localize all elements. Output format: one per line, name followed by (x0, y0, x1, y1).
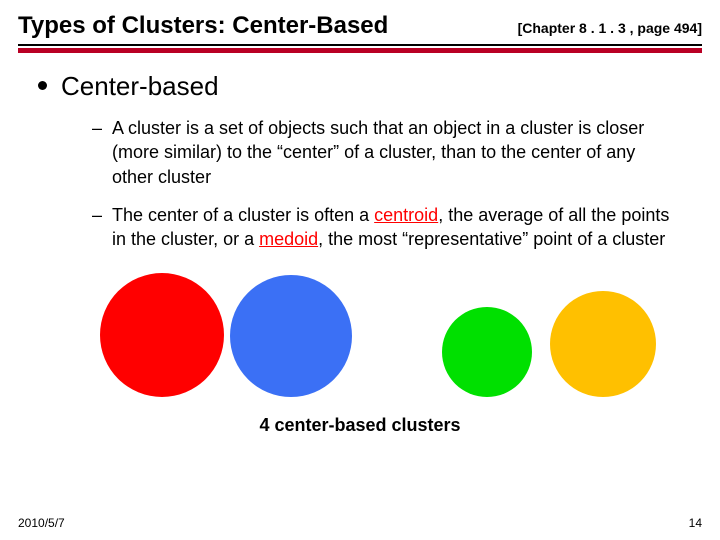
bullet-dot-icon (38, 81, 47, 90)
dash-icon: – (92, 203, 102, 227)
content-area: Center-based – A cluster is a set of obj… (0, 53, 720, 436)
text-fragment: The center of a cluster is often a (112, 205, 374, 225)
bullet-level-1: Center-based (38, 71, 690, 102)
dash-icon: – (92, 116, 102, 140)
yellow-cluster-circle (550, 291, 656, 397)
footer-page-number: 14 (689, 516, 702, 530)
title-row: Types of Clusters: Center-Based [Chapter… (0, 0, 720, 40)
chapter-reference: [Chapter 8 . 1 . 3 , page 494] (518, 20, 702, 36)
heading-center-based: Center-based (61, 71, 219, 102)
green-cluster-circle (442, 307, 532, 397)
center-definition-text: The center of a cluster is often a centr… (112, 203, 680, 252)
page-title: Types of Clusters: Center-Based (18, 12, 388, 40)
bullet-level-2: – The center of a cluster is often a cen… (92, 203, 680, 252)
footer: 2010/5/7 14 (18, 516, 702, 530)
keyword-medoid: medoid (259, 229, 318, 249)
keyword-centroid: centroid (374, 205, 438, 225)
cluster-illustration (100, 273, 690, 397)
definition-text: A cluster is a set of objects such that … (112, 116, 680, 189)
footer-date: 2010/5/7 (18, 516, 65, 530)
blue-cluster-circle (230, 275, 352, 397)
bullet-level-2: – A cluster is a set of objects such tha… (92, 116, 680, 189)
text-fragment: , the most “representative” point of a c… (318, 229, 665, 249)
red-cluster-circle (100, 273, 224, 397)
title-divider (18, 44, 702, 53)
illustration-caption: 4 center-based clusters (30, 415, 690, 436)
